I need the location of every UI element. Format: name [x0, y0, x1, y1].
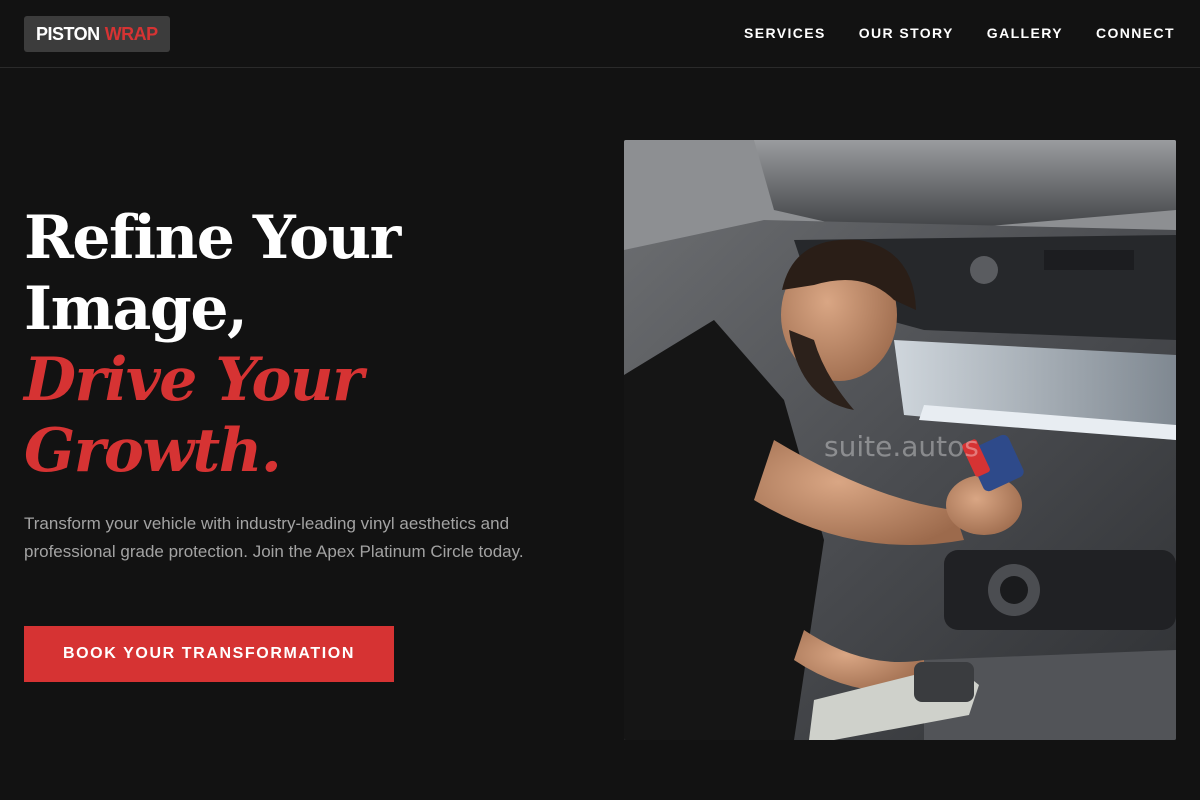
main-nav: SERVICES OUR STORY GALLERY CONNECT	[744, 24, 1175, 42]
nav-link-services[interactable]: SERVICES	[744, 24, 826, 42]
headline-accent-line-2: Growth.	[24, 416, 282, 486]
nav-link-our-story[interactable]: OUR STORY	[859, 24, 954, 42]
headline-line-1: Refine Your	[24, 203, 401, 273]
site-header: PISTON WRAP SERVICES OUR STORY GALLERY C…	[0, 0, 1200, 68]
brand-name-primary: PISTON	[36, 23, 100, 44]
nav-link-gallery[interactable]: GALLERY	[987, 24, 1063, 42]
brand-logo[interactable]: PISTON WRAP	[24, 16, 170, 52]
image-watermark: suite.autos	[824, 430, 979, 463]
headline-accent-line-1: Drive Your	[24, 345, 364, 415]
hero-subtitle: Transform your vehicle with industry-lea…	[24, 514, 524, 561]
headline-line-2: Image,	[24, 274, 248, 344]
hero-headline: Refine Your Image, Drive Your Growth.	[24, 203, 584, 487]
nav-link-connect[interactable]: CONNECT	[1096, 24, 1175, 42]
brand-name-accent: WRAP	[104, 23, 159, 44]
book-transformation-button[interactable]: BOOK YOUR TRANSFORMATION	[24, 626, 394, 682]
